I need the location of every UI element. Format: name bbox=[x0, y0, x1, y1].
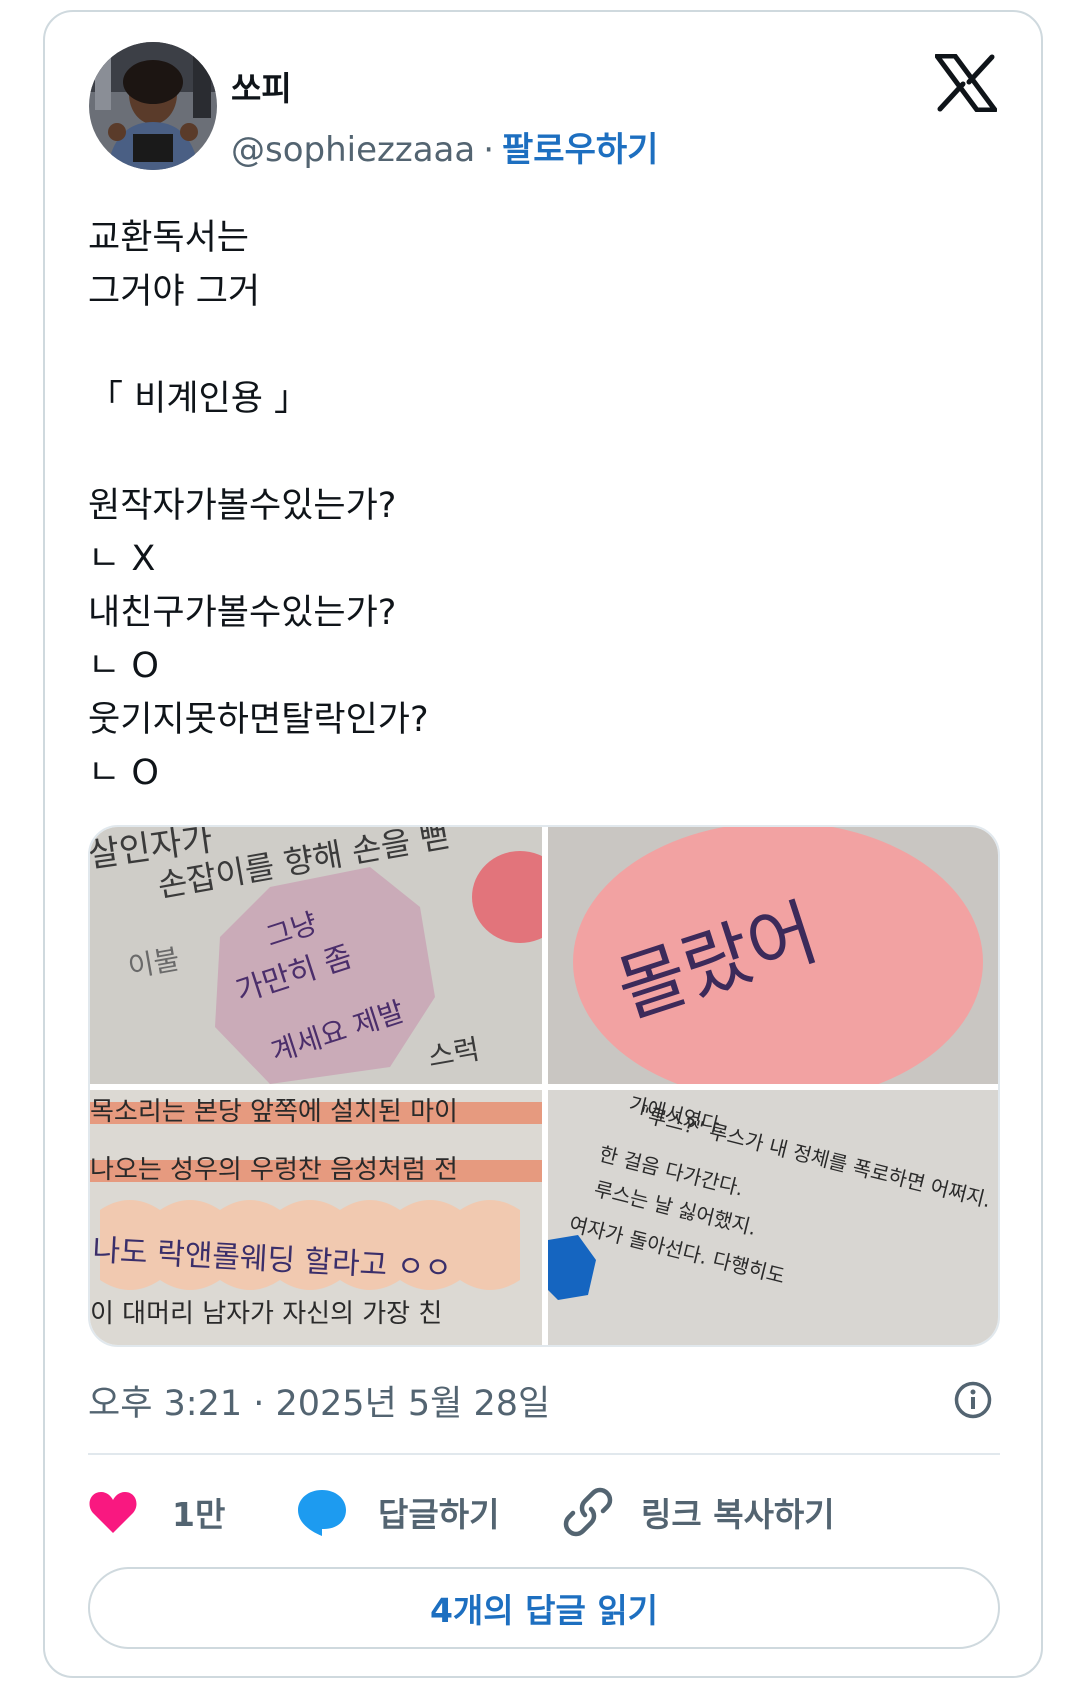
book-text: 나오는 성우의 우렁찬 음성처럼 전 bbox=[90, 1155, 458, 1185]
photo-sticky-note-oval: 몰랐어 bbox=[548, 827, 998, 1084]
user-handle[interactable]: @sophiezzaaa bbox=[231, 130, 475, 170]
heart-icon bbox=[89, 1492, 137, 1533]
divider bbox=[88, 1453, 1000, 1455]
copy-link-label: 링크 복사하기 bbox=[641, 1495, 835, 1534]
like-button[interactable]: 1만 bbox=[88, 1477, 225, 1547]
read-replies-button[interactable]: 4개의 답글 읽기 bbox=[88, 1567, 1000, 1649]
reply-label: 답글하기 bbox=[378, 1495, 500, 1534]
separator-dot: · bbox=[483, 130, 495, 170]
media-image-3[interactable]: 목소리는 본당 앞쪽에 설치된 마이 나오는 성우의 우렁찬 음성처럼 전 나도… bbox=[90, 1090, 542, 1345]
book-text: 이 대머리 남자가 자신의 가장 친 bbox=[90, 1299, 442, 1329]
tweet-text: 교환독서는 그거야 그거 「 비계인용 」 원작자가볼수있는가? ㄴ X 내친구… bbox=[88, 218, 429, 793]
media-image-2[interactable]: 몰랐어 bbox=[548, 827, 998, 1084]
info-icon[interactable] bbox=[953, 1380, 993, 1420]
handle-row: @sophiezzaaa · 팔로우하기 bbox=[231, 122, 658, 171]
speech-bubble-icon bbox=[298, 1490, 346, 1536]
follow-link[interactable]: 팔로우하기 bbox=[502, 130, 658, 170]
book-text: 목소리는 본당 앞쪽에 설치된 마이 bbox=[90, 1097, 458, 1127]
media-image-4[interactable]: 가에서였다. "루스?" 루스가 내 정체를 폭로하면 어쩌지. 한 걸음 다가… bbox=[548, 1090, 998, 1345]
action-bar: 1만 답글하기 링크 복사하기 bbox=[88, 1477, 1000, 1547]
tweet-card: 쏘피 @sophiezzaaa · 팔로우하기 교환독서는 그거야 그거 「 비계인… bbox=[43, 10, 1043, 1678]
link-icon bbox=[563, 1487, 613, 1537]
display-name[interactable]: 쏘피 bbox=[231, 62, 292, 110]
photo-highlighted-page: 목소리는 본당 앞쪽에 설치된 마이 나오는 성우의 우렁찬 음성처럼 전 나도… bbox=[90, 1090, 542, 1345]
media-image-1[interactable]: 살인자가 손잡이를 향해 손을 뻗 이불 스럭 그냥 가만히 좀 계세요 제발 bbox=[90, 827, 542, 1084]
media-grid[interactable]: 살인자가 손잡이를 향해 손을 뻗 이불 스럭 그냥 가만히 좀 계세요 제발 … bbox=[88, 825, 1000, 1347]
like-count: 1만 bbox=[172, 1495, 226, 1534]
avatar[interactable] bbox=[89, 42, 217, 170]
photo-book-page: 가에서였다. "루스?" 루스가 내 정체를 폭로하면 어쩌지. 한 걸음 다가… bbox=[548, 1090, 998, 1345]
avatar-image bbox=[89, 42, 217, 170]
photo-sticky-note-octagon: 살인자가 손잡이를 향해 손을 뻗 이불 스럭 그냥 가만히 좀 계세요 제발 bbox=[90, 827, 542, 1084]
x-logo-icon[interactable] bbox=[935, 54, 997, 112]
timestamp[interactable]: 오후 3:21 · 2025년 5월 28일 bbox=[88, 1375, 550, 1426]
copy-link-button[interactable]: 링크 복사하기 bbox=[563, 1477, 835, 1547]
reply-button[interactable]: 답글하기 bbox=[296, 1477, 499, 1547]
